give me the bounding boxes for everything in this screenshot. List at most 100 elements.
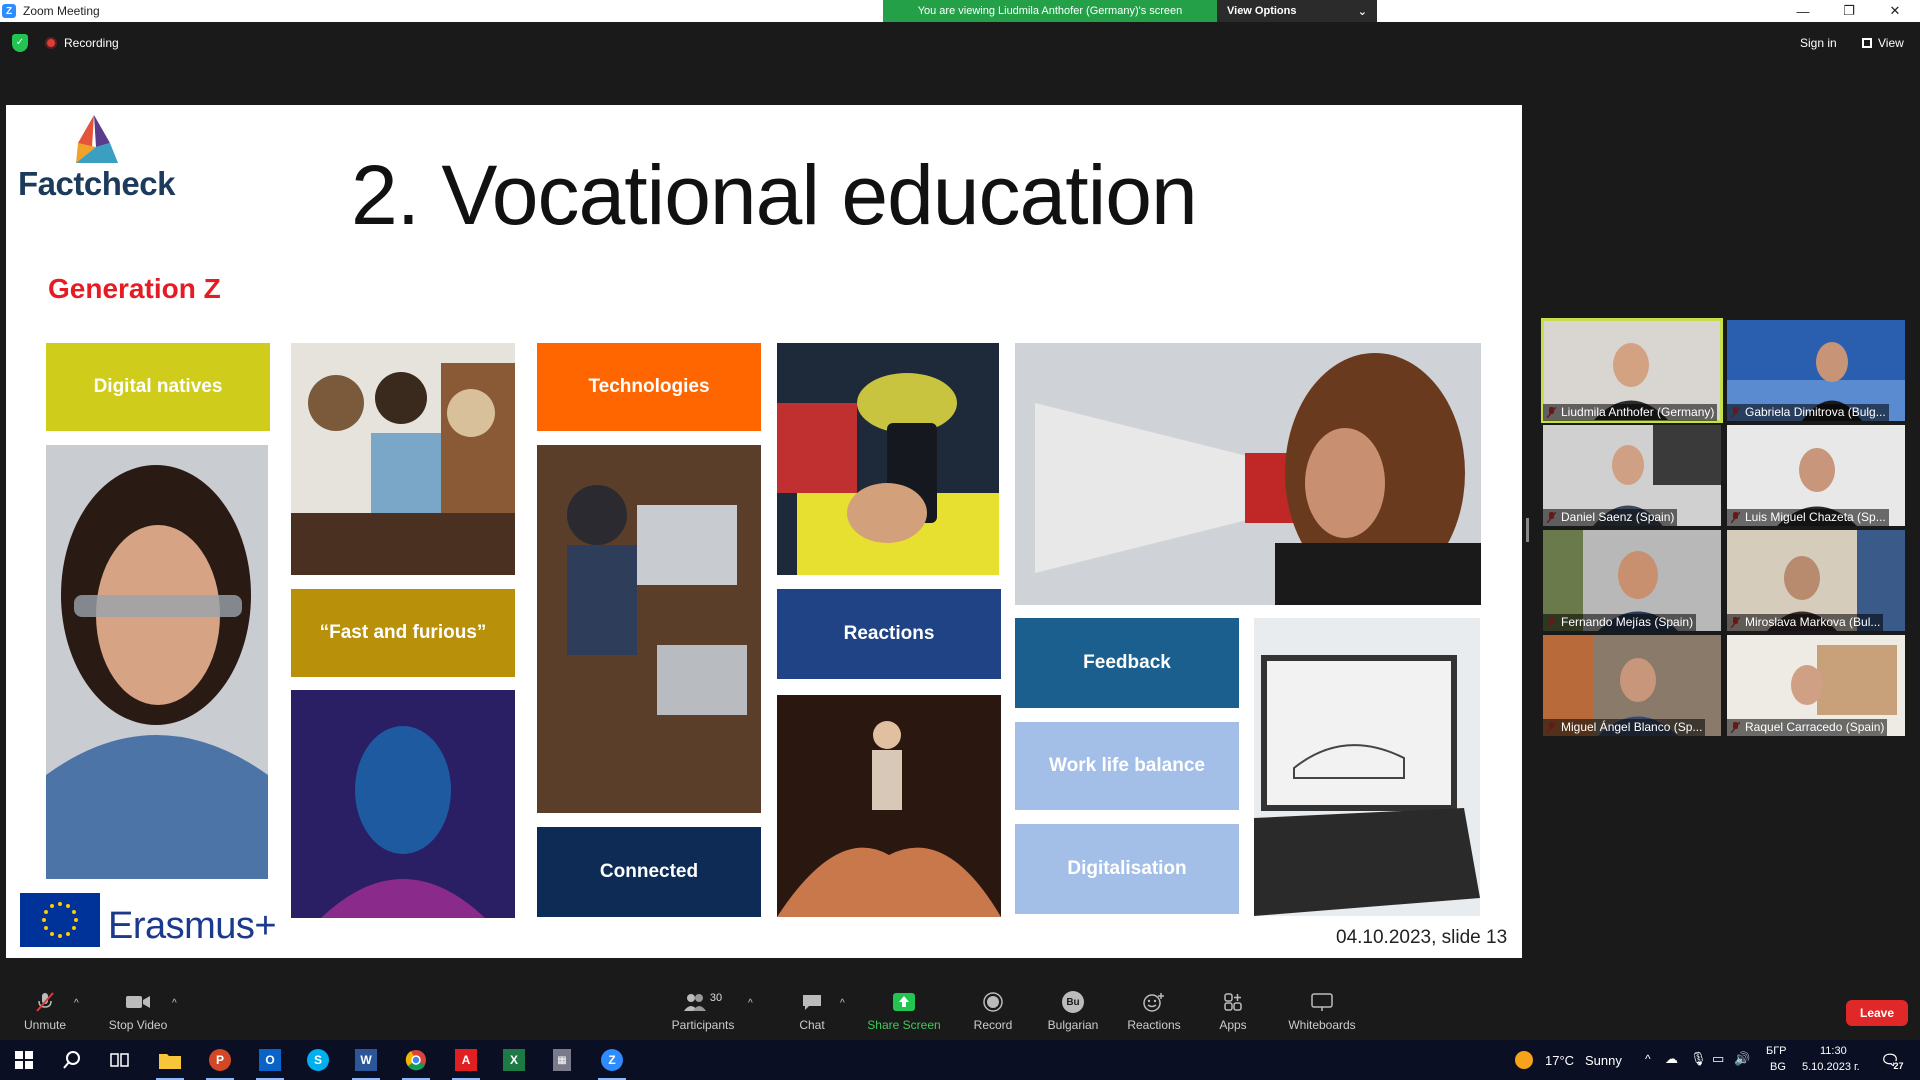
volume-icon[interactable]: 🔊 (1734, 1051, 1750, 1067)
record-label: Record (973, 1018, 1013, 1032)
grid-view-icon (1862, 38, 1872, 48)
photo-laptops-desk (537, 445, 761, 813)
tile-work-life-balance: Work life balance (1015, 722, 1239, 810)
outlook-icon[interactable]: O (256, 1046, 284, 1074)
weather-temperature: 17°C (1545, 1053, 1575, 1068)
tile-feedback: Feedback (1015, 618, 1239, 708)
panel-splitter-handle[interactable] (1526, 518, 1529, 542)
share-screen-button[interactable]: Share Screen (866, 988, 942, 1040)
muted-mic-icon (32, 991, 58, 1013)
video-tile[interactable]: Gabriela Dimitrova (Bulg... (1727, 320, 1905, 421)
minimize-button[interactable]: — (1780, 0, 1826, 22)
microphone-icon[interactable]: 🎙 (1690, 1051, 1707, 1067)
network-icon[interactable]: ▭ (1712, 1051, 1724, 1067)
photo-concert-crowd (777, 695, 1001, 917)
video-tile[interactable]: Luis Miguel Chazeta (Sp... (1727, 425, 1905, 526)
participant-name: Gabriela Dimitrova (Bulg... (1727, 404, 1889, 421)
recording-indicator[interactable]: Recording (45, 36, 119, 50)
search-icon[interactable] (58, 1046, 86, 1074)
file-explorer-icon[interactable] (156, 1046, 184, 1074)
acrobat-icon[interactable]: A (452, 1046, 480, 1074)
tray-chevron-icon[interactable]: ^ (1645, 1052, 1651, 1066)
calculator-icon[interactable]: ▦ (548, 1046, 576, 1074)
chat-label: Chat (799, 1018, 825, 1032)
video-tile[interactable]: Fernando Mejías (Spain) (1543, 530, 1721, 631)
excel-icon[interactable]: X (500, 1046, 528, 1074)
skype-icon[interactable]: S (304, 1046, 332, 1074)
clock-time[interactable]: 11:30 (1820, 1045, 1847, 1057)
share-screen-icon (891, 991, 917, 1013)
factcheck-logo-icon (76, 115, 118, 163)
slide-title: 2. Vocational education (351, 148, 1198, 242)
unmute-label: Unmute (23, 1018, 67, 1032)
zoom-taskbar-icon[interactable]: Z (598, 1046, 626, 1074)
whiteboard-icon (1309, 991, 1335, 1013)
windows-start-icon[interactable] (10, 1046, 38, 1074)
notifications-count: 27 (1893, 1061, 1904, 1071)
unmute-button[interactable]: Unmute (20, 988, 70, 1040)
task-view-icon[interactable] (106, 1046, 134, 1074)
view-options-button[interactable]: View Options ⌄ (1217, 0, 1377, 22)
video-tile[interactable]: Daniel Saenz (Spain) (1543, 425, 1721, 526)
security-shield-icon[interactable]: ✓ (12, 34, 28, 52)
participant-name: Luis Miguel Chazeta (Sp... (1727, 509, 1889, 526)
powerpoint-icon[interactable]: P (206, 1046, 234, 1074)
weather-sun-icon[interactable] (1510, 1046, 1538, 1074)
record-button[interactable]: Record (970, 988, 1016, 1040)
photo-code-projection (291, 690, 515, 918)
participants-options-caret[interactable]: ^ (748, 998, 753, 1009)
word-icon[interactable]: W (352, 1046, 380, 1074)
participants-label: Participants (671, 1018, 735, 1032)
chat-button[interactable]: Chat (792, 988, 832, 1040)
interpretation-button[interactable]: Bu Bulgarian (1046, 988, 1100, 1040)
eu-flag-icon (20, 893, 100, 947)
video-tile[interactable]: Raquel Carracedo (Spain) (1727, 635, 1905, 736)
slide-footer-date: 04.10.2023, slide 13 (1336, 927, 1508, 948)
share-screen-label: Share Screen (867, 1018, 941, 1032)
window-title: Zoom Meeting (23, 4, 100, 18)
minimize-icon: — (1796, 3, 1810, 19)
windows-taskbar: P O S W A X ▦ Z 17°C Sunny ^ ☁ 🎙 ▭ 🔊 БГР… (0, 1040, 1920, 1080)
restore-button[interactable]: ❐ (1826, 0, 1872, 22)
reactions-button[interactable]: Reactions (1126, 988, 1182, 1040)
video-options-caret[interactable]: ^ (172, 998, 177, 1009)
whiteboards-label: Whiteboards (1288, 1018, 1356, 1032)
smiley-plus-icon (1141, 991, 1167, 1013)
record-dot-icon (45, 37, 57, 49)
onedrive-cloud-icon[interactable]: ☁ (1665, 1051, 1678, 1067)
erasmus-logo-text: Erasmus+ (108, 905, 277, 947)
view-label: View (1878, 36, 1904, 50)
chat-options-caret[interactable]: ^ (840, 998, 845, 1009)
video-tile[interactable]: Miguel Ángel Blanco (Sp... (1543, 635, 1721, 736)
participant-name: Daniel Saenz (Spain) (1543, 509, 1678, 526)
tile-connected: Connected (537, 827, 761, 917)
stop-video-label: Stop Video (108, 1018, 168, 1032)
participant-name: Miroslava Markova (Bul... (1727, 614, 1884, 631)
photo-megaphone-woman (1015, 343, 1481, 605)
sign-in-button[interactable]: Sign in (1800, 36, 1837, 50)
notifications-icon[interactable]: 🗨 27 (1876, 1046, 1904, 1074)
video-tile[interactable]: Liudmila Anthofer (Germany) (1541, 318, 1723, 423)
apps-icon (1220, 991, 1246, 1013)
stop-video-button[interactable]: Stop Video (106, 988, 170, 1040)
apps-button[interactable]: Apps (1216, 988, 1250, 1040)
leave-button[interactable]: Leave (1846, 1000, 1908, 1026)
chrome-icon[interactable] (402, 1046, 430, 1074)
participant-name: Fernando Mejías (Spain) (1543, 614, 1697, 631)
participants-icon: 30 (680, 991, 726, 1013)
meeting-toolbar: Unmute ^ Stop Video ^ 30 Participants ^ … (0, 988, 1920, 1040)
view-button[interactable]: View (1862, 36, 1904, 50)
slide-subtitle: Generation Z (48, 273, 221, 304)
meeting-top-bar: ✓ Recording Sign in View (0, 22, 1920, 64)
view-options-label: View Options (1227, 5, 1297, 17)
whiteboards-button[interactable]: Whiteboards (1286, 988, 1358, 1040)
photo-friends-laptop (291, 343, 515, 575)
close-button[interactable]: ✕ (1872, 0, 1918, 22)
recording-label: Recording (64, 36, 119, 50)
participant-name: Raquel Carracedo (Spain) (1727, 719, 1888, 736)
audio-options-caret[interactable]: ^ (74, 998, 79, 1009)
keyboard-layout-top[interactable]: БГР (1766, 1045, 1787, 1057)
participants-button[interactable]: 30 Participants (668, 988, 738, 1040)
viewing-message: You are viewing Liudmila Anthofer (Germa… (883, 0, 1217, 22)
video-tile[interactable]: Miroslava Markova (Bul... (1727, 530, 1905, 631)
